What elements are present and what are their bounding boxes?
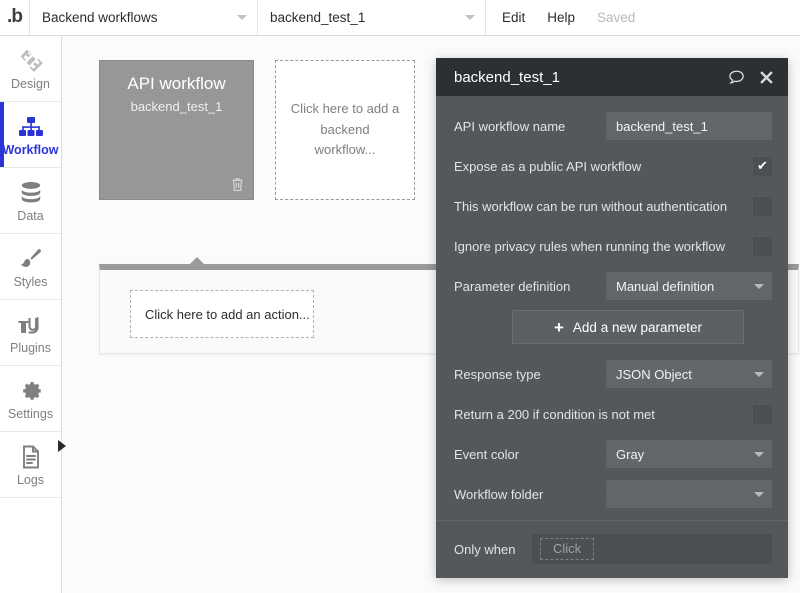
sidebar-item-data[interactable]: Data xyxy=(0,168,61,234)
trash-icon[interactable] xyxy=(231,177,244,192)
sidebar-item-workflow[interactable]: Workflow xyxy=(0,102,61,168)
chevron-down-icon xyxy=(754,491,764,497)
app-root: .b Backend workflows backend_test_1 Edit… xyxy=(0,0,800,593)
property-panel-footer: Only when Click xyxy=(436,520,788,578)
chevron-down-icon xyxy=(754,371,764,377)
logs-icon xyxy=(19,442,43,470)
comment-icon[interactable] xyxy=(728,69,745,86)
sidebar-label-plugins: Plugins xyxy=(10,341,51,355)
plugins-icon xyxy=(17,310,44,338)
settings-icon xyxy=(18,376,44,404)
workflow-type-value: Backend workflows xyxy=(42,10,158,25)
b-logo-icon: .b xyxy=(7,6,23,27)
checkbox-return-200[interactable] xyxy=(753,404,772,424)
chevron-down-icon xyxy=(465,15,475,20)
chevron-down-icon xyxy=(754,283,764,289)
workflow-folder-dropdown[interactable] xyxy=(606,480,772,508)
label-event-color: Event color xyxy=(454,446,520,462)
row-no-auth: This workflow can be run without authent… xyxy=(454,190,772,222)
sidebar-item-design[interactable]: Design xyxy=(0,36,61,102)
row-event-color: Event color Gray xyxy=(454,438,772,470)
checkbox-no-auth[interactable] xyxy=(753,196,772,216)
add-new-parameter-button[interactable]: + Add a new parameter xyxy=(512,310,744,344)
label-parameter-definition: Parameter definition xyxy=(454,278,571,294)
row-expose-public: Expose as a public API workflow ✔ xyxy=(454,150,772,182)
row-parameter-definition: Parameter definition Manual definition xyxy=(454,270,772,302)
top-bar-actions: Edit Help Saved xyxy=(486,0,635,35)
sidebar-label-workflow: Workflow xyxy=(2,143,59,157)
data-icon xyxy=(18,178,44,206)
add-backend-workflow-placeholder[interactable]: Click here to add a backend workflow... xyxy=(275,60,415,200)
add-new-parameter-label: Add a new parameter xyxy=(572,319,702,335)
label-ignore-privacy: Ignore privacy rules when running the wo… xyxy=(454,238,725,254)
workflow-type-dropdown[interactable]: Backend workflows xyxy=(30,0,258,35)
parameter-definition-value: Manual definition xyxy=(616,278,715,294)
only-when-placeholder-chip: Click xyxy=(540,538,595,560)
checkbox-expose-public[interactable]: ✔ xyxy=(753,156,772,176)
checkbox-ignore-privacy[interactable] xyxy=(753,236,772,256)
help-menu[interactable]: Help xyxy=(547,10,575,25)
edit-menu[interactable]: Edit xyxy=(502,10,525,25)
add-action-placeholder[interactable]: Click here to add an action... xyxy=(130,290,314,338)
bubble-logo[interactable]: .b xyxy=(0,0,30,35)
row-response-type: Response type JSON Object xyxy=(454,358,772,390)
row-api-workflow-name: API workflow name backend_test_1 xyxy=(454,110,772,142)
left-sidebar: Design Workflow Data Styles Plugins Sett… xyxy=(0,36,66,593)
property-panel-body: API workflow name backend_test_1 Expose … xyxy=(436,96,788,520)
row-workflow-folder: Workflow folder xyxy=(454,478,772,510)
label-api-workflow-name: API workflow name xyxy=(454,118,566,134)
row-ignore-privacy: Ignore privacy rules when running the wo… xyxy=(454,230,772,262)
label-workflow-folder: Workflow folder xyxy=(454,486,544,502)
workflow-name-dropdown[interactable]: backend_test_1 xyxy=(258,0,486,35)
sidebar-item-plugins[interactable]: Plugins xyxy=(0,300,61,366)
styles-icon xyxy=(18,244,44,272)
label-no-auth: This workflow can be run without authent… xyxy=(454,198,728,214)
close-icon[interactable] xyxy=(759,70,774,85)
response-type-value: JSON Object xyxy=(616,366,692,382)
event-color-dropdown[interactable]: Gray xyxy=(606,440,772,468)
chevron-right-icon[interactable] xyxy=(58,440,66,452)
response-type-dropdown[interactable]: JSON Object xyxy=(606,360,772,388)
event-color-value: Gray xyxy=(616,446,645,462)
property-panel-header: backend_test_1 xyxy=(436,58,788,96)
api-workflow-card-subtitle: backend_test_1 xyxy=(130,99,223,114)
save-status: Saved xyxy=(597,10,636,25)
api-workflow-card[interactable]: API workflow backend_test_1 xyxy=(99,60,254,200)
action-panel-pointer xyxy=(188,257,206,266)
parameter-definition-dropdown[interactable]: Manual definition xyxy=(606,272,772,300)
workflow-icon xyxy=(18,112,44,140)
property-panel-header-icons xyxy=(728,69,774,86)
property-panel-title: backend_test_1 xyxy=(454,68,560,86)
label-response-type: Response type xyxy=(454,366,541,382)
row-only-when: Only when Click xyxy=(454,534,772,564)
label-expose-public: Expose as a public API workflow xyxy=(454,158,642,174)
label-only-when: Only when xyxy=(454,541,516,557)
row-return-200: Return a 200 if condition is not met xyxy=(454,398,772,430)
chevron-down-icon xyxy=(754,451,764,457)
design-icon xyxy=(18,46,44,74)
sidebar-label-logs: Logs xyxy=(16,473,45,487)
workflow-name-value: backend_test_1 xyxy=(270,10,366,25)
plus-icon: + xyxy=(553,317,564,337)
property-editor-panel: backend_test_1 API workflow name backend… xyxy=(436,58,788,578)
api-workflow-name-input[interactable]: backend_test_1 xyxy=(606,112,772,140)
api-workflow-card-title: API workflow xyxy=(127,74,226,93)
chevron-down-icon xyxy=(237,15,247,20)
label-return-200: Return a 200 if condition is not met xyxy=(454,406,655,422)
top-bar: .b Backend workflows backend_test_1 Edit… xyxy=(0,0,800,36)
sidebar-label-styles: Styles xyxy=(13,275,48,289)
sidebar-label-settings: Settings xyxy=(7,407,54,421)
sidebar-item-settings[interactable]: Settings xyxy=(0,366,61,432)
sidebar-item-styles[interactable]: Styles xyxy=(0,234,61,300)
only-when-expression-input[interactable]: Click xyxy=(532,534,772,564)
workflow-cards-strip: API workflow backend_test_1 Click here t… xyxy=(99,60,415,200)
sidebar-item-logs[interactable]: Logs xyxy=(0,432,61,498)
sidebar-label-data: Data xyxy=(17,209,44,223)
sidebar-label-design: Design xyxy=(11,77,50,91)
